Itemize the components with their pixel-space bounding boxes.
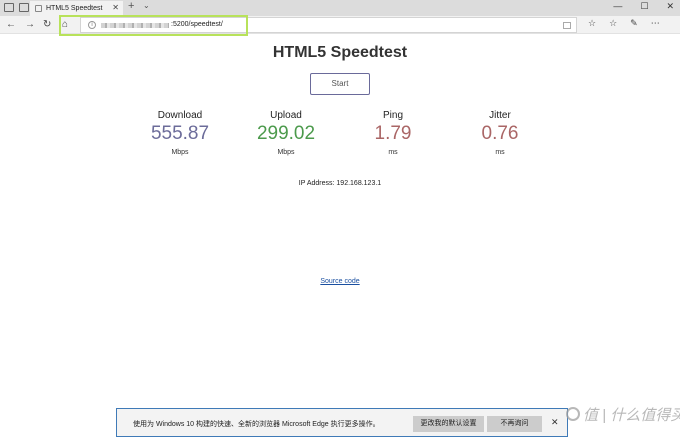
forward-icon[interactable]: → <box>25 18 35 31</box>
close-window-icon[interactable]: ✕ <box>666 1 674 12</box>
page-favicon-icon <box>35 5 42 12</box>
source-code-link[interactable]: Source code <box>0 278 680 285</box>
browser-toolbar: ☆ ☆ ✎ ⋯ <box>588 18 660 29</box>
change-default-button[interactable]: 更改我的默认设置 <box>413 416 484 432</box>
metric-jitter: Jitter 0.76 ms <box>445 110 555 156</box>
new-tab-icon[interactable]: + <box>128 0 134 12</box>
watermark: 值 | 什么值得买 <box>566 404 680 426</box>
tab-preview-icon[interactable] <box>4 3 14 12</box>
metric-value: 555.87 <box>150 123 210 144</box>
tab-list-icon[interactable]: ⌄ <box>143 1 150 10</box>
window-controls: — ☐ ✕ <box>613 1 674 12</box>
tab-title: HTML5 Speedtest <box>46 5 103 12</box>
web-note-icon[interactable]: ✎ <box>630 18 638 29</box>
favorites-icon[interactable]: ☆ <box>588 18 596 29</box>
watermark-logo-icon <box>566 407 580 421</box>
metric-value: 1.79 <box>374 123 412 144</box>
notification-close-icon[interactable]: ✕ <box>551 417 559 428</box>
metric-unit: ms <box>495 149 505 156</box>
metric-label: Download <box>157 110 203 121</box>
metric-label: Jitter <box>489 110 511 121</box>
metric-unit: Mbps <box>171 149 189 156</box>
annotation-highlight-box <box>59 15 248 36</box>
metric-download: Download 555.87 Mbps <box>125 110 235 156</box>
hub-icon[interactable]: ☆ <box>609 18 617 29</box>
metric-label: Ping <box>382 110 403 121</box>
tab-aside-icon[interactable] <box>19 3 29 12</box>
page-title: HTML5 Speedtest <box>272 44 408 61</box>
metric-unit: ms <box>388 149 398 156</box>
ip-address: IP Address: 192.168.123.1 <box>298 180 382 187</box>
default-browser-notification: 使用为 Windows 10 构建的快速、全新的浏览器 Microsoft Ed… <box>116 408 568 437</box>
tab-actions <box>4 3 29 12</box>
tab-speedtest[interactable]: HTML5 Speedtest ✕ <box>30 1 123 16</box>
refresh-icon[interactable]: ↻ <box>43 18 51 31</box>
metric-unit: Mbps <box>277 149 295 156</box>
tab-bar: HTML5 Speedtest ✕ + ⌄ — ☐ ✕ <box>0 0 680 16</box>
reading-view-icon[interactable] <box>563 22 571 29</box>
minimize-icon[interactable]: — <box>613 1 622 12</box>
maximize-icon[interactable]: ☐ <box>640 1 648 12</box>
more-icon[interactable]: ⋯ <box>651 18 660 29</box>
metric-value: 0.76 <box>481 123 519 144</box>
back-icon[interactable]: ← <box>6 18 16 31</box>
dont-ask-button[interactable]: 不再询问 <box>487 416 542 432</box>
tab-close-icon[interactable]: ✕ <box>112 4 119 12</box>
notification-text: 使用为 Windows 10 构建的快速、全新的浏览器 Microsoft Ed… <box>133 421 380 428</box>
metric-ping: Ping 1.79 ms <box>338 110 448 156</box>
metric-upload: Upload 299.02 Mbps <box>231 110 341 156</box>
start-button[interactable]: Start <box>310 73 370 95</box>
metric-value: 299.02 <box>256 123 316 144</box>
metric-label: Upload <box>270 110 302 121</box>
watermark-text: 值 | 什么值得买 <box>583 407 680 424</box>
